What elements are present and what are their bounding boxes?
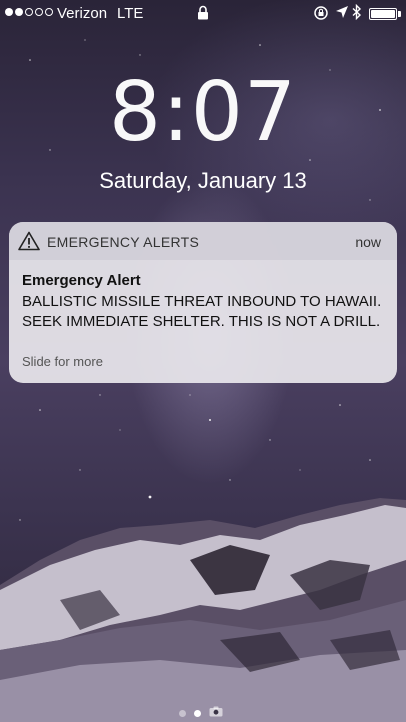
signal-dot	[25, 8, 33, 16]
bluetooth-icon	[352, 3, 362, 23]
signal-strength-icon	[5, 8, 53, 16]
carrier-name: Verizon	[57, 5, 108, 22]
battery-icon	[369, 8, 397, 20]
battery-tip	[398, 11, 401, 17]
battery-level	[371, 10, 395, 18]
page-indicator[interactable]	[179, 704, 223, 722]
page-dot	[179, 709, 186, 717]
location-arrow-icon	[335, 5, 349, 22]
lock-screen-time: 8:07	[108, 65, 298, 160]
camera-icon[interactable]	[209, 704, 223, 722]
signal-dot	[15, 8, 23, 16]
notification-timestamp: now	[355, 234, 381, 250]
network-type: LTE	[117, 5, 144, 22]
page-dot-active	[194, 709, 201, 717]
slide-for-more-hint: Slide for more	[22, 354, 103, 369]
status-bar: Verizon LTE	[0, 0, 406, 26]
signal-dot	[5, 8, 13, 16]
signal-dot	[35, 8, 43, 16]
notification-app-name: EMERGENCY ALERTS	[47, 234, 200, 250]
lock-icon	[197, 5, 209, 23]
lock-screen-date: Saturday, January 13	[99, 168, 307, 193]
emergency-alert-notification[interactable]: EMERGENCY ALERTS now Emergency Alert BAL…	[9, 222, 397, 383]
notification-header: EMERGENCY ALERTS now	[9, 222, 397, 260]
warning-triangle-icon	[18, 231, 40, 256]
notification-body: BALLISTIC MISSILE THREAT INBOUND TO HAWA…	[22, 293, 382, 330]
rotation-lock-icon	[313, 5, 329, 24]
signal-dot	[45, 8, 53, 16]
notification-title: Emergency Alert	[22, 272, 141, 289]
